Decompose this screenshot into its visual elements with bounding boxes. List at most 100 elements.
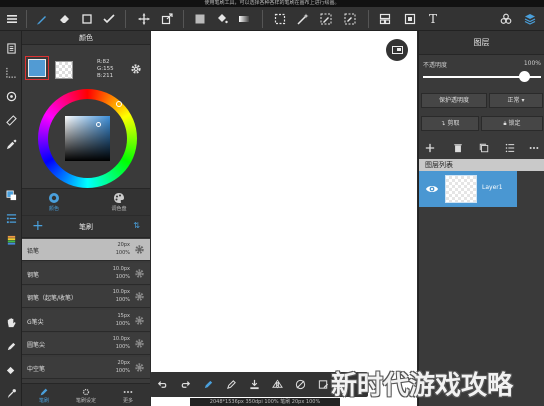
transform-icon[interactable] <box>157 9 177 29</box>
color-panel-toggle-icon[interactable] <box>2 186 20 204</box>
brush-item[interactable]: 铅笔 20px 100% <box>22 239 150 261</box>
eye-icon[interactable] <box>425 182 439 196</box>
hue-wheel[interactable] <box>38 89 137 188</box>
protect-alpha-button[interactable]: 保护透明度 <box>421 93 487 108</box>
sort-brush-icon[interactable]: ⇅ <box>133 221 140 230</box>
brush-size-opacity: 10.0px 100% <box>113 335 130 351</box>
navigator-toggle-icon[interactable] <box>386 39 408 61</box>
blend-mode-select[interactable]: 正常 ▾ <box>489 93 543 108</box>
bucket-icon[interactable] <box>212 9 232 29</box>
select-eraser-icon[interactable] <box>340 9 360 29</box>
eraser-pen-icon[interactable] <box>223 376 240 393</box>
color-panel: 颜色 R:82 G:155 B:211 颜色 调色盘 <box>22 31 150 215</box>
eraser-icon[interactable] <box>55 9 75 29</box>
brush-item[interactable]: 中空笔 20px 100% <box>22 356 150 379</box>
snap-icon[interactable] <box>2 63 20 81</box>
snap-off-icon[interactable] <box>292 376 309 393</box>
pen-icon[interactable] <box>32 9 52 29</box>
chevron-down-icon: ▾ <box>521 97 525 104</box>
footer-tab-more[interactable]: 更多 <box>108 387 148 404</box>
layer-list-icon[interactable] <box>503 141 517 155</box>
sv-picker-dot[interactable] <box>96 122 101 127</box>
rotate-icon[interactable] <box>2 87 20 105</box>
undo-icon[interactable] <box>154 376 171 393</box>
brush-opacity: 100% <box>115 273 130 280</box>
footer-tab-brush-settings[interactable]: 笔刷设定 <box>66 387 106 404</box>
flip-icon[interactable] <box>269 376 286 393</box>
brush-size-opacity: 20px 100% <box>116 359 130 375</box>
brush-item[interactable]: 圆笔尖 10.0px 100% <box>22 333 150 355</box>
tab-palette[interactable]: 调色盘 <box>99 192 139 212</box>
tip-bar: 使用笔刷工具，可以选择各种各样的笔刷在画布上进行绘画。 <box>0 0 544 7</box>
toolbar-divider <box>262 10 263 28</box>
brush-opacity: 100% <box>115 320 130 327</box>
rect-select-icon[interactable] <box>77 9 97 29</box>
sub-color-swatch[interactable] <box>55 61 73 79</box>
toolbar-divider <box>368 10 369 28</box>
layer-list-header: 图层列表 <box>419 159 544 171</box>
fill-color-icon[interactable] <box>190 9 210 29</box>
brush-settings-gear-icon[interactable] <box>134 338 145 349</box>
frame-icon[interactable] <box>400 9 420 29</box>
menu-icon[interactable] <box>2 9 22 29</box>
eyedrop-tool-icon[interactable] <box>2 384 20 402</box>
brush-list-toggle-icon[interactable] <box>2 209 20 227</box>
lock-button[interactable]: 🔒︎ 锁定 <box>481 116 543 131</box>
select-pen-icon[interactable] <box>316 9 336 29</box>
brush-item[interactable]: 钢笔（起笔/收笔） 10.0px 100% <box>22 286 150 308</box>
delete-layer-icon[interactable] <box>451 141 465 155</box>
wand-icon[interactable] <box>293 9 313 29</box>
brush-settings-gear-icon[interactable] <box>134 291 145 302</box>
brush-panel-header: + 笔刷 ⇅ <box>22 216 150 238</box>
brush-item[interactable]: 钢笔 10.0px 100% <box>22 262 150 285</box>
duplicate-layer-icon[interactable] <box>477 141 491 155</box>
edit-pen-icon[interactable] <box>2 337 20 355</box>
brush-settings-gear-icon[interactable] <box>134 244 145 255</box>
brush-name: G笔尖 <box>27 318 44 326</box>
footer-tab-brush[interactable]: 笔刷 <box>24 387 64 404</box>
redo-icon[interactable] <box>177 376 194 393</box>
rgb-g: G:155 <box>97 66 114 72</box>
hue-picker-dot[interactable] <box>116 101 122 107</box>
clear-icon[interactable] <box>315 376 332 393</box>
brush-settings-gear-icon[interactable] <box>134 315 145 326</box>
text-icon[interactable]: T <box>423 9 443 29</box>
brush-size-opacity: 15px 100% <box>116 312 130 328</box>
gradient-icon[interactable] <box>234 9 254 29</box>
brush-item[interactable]: G笔尖 15px 100% <box>22 309 150 332</box>
tab-color[interactable]: 颜色 <box>34 192 74 212</box>
brush-size: 10.0px <box>112 289 130 295</box>
import-icon[interactable] <box>246 376 263 393</box>
brush-opacity: 100% <box>115 297 130 303</box>
saturation-value-square[interactable] <box>65 116 110 161</box>
layers-icon[interactable] <box>520 9 540 29</box>
eyedropper-icon[interactable] <box>2 135 20 153</box>
stabilizer-pen-icon[interactable] <box>200 376 217 393</box>
add-layer-icon[interactable] <box>423 141 437 155</box>
layer-panel-title: 图层 <box>419 31 544 55</box>
palette-strip-icon[interactable] <box>2 231 20 249</box>
brush-settings-gear-icon[interactable] <box>134 362 145 373</box>
layer-more-icon[interactable] <box>527 141 541 155</box>
ruler-icon[interactable] <box>2 111 20 129</box>
layer-row[interactable]: Layer1 <box>419 171 517 207</box>
layout-icon[interactable] <box>375 9 395 29</box>
toolbar-divider <box>125 10 126 28</box>
status-bar: 2048*1536px 350dpi 100% 笔刷 20px 100% <box>190 398 340 406</box>
materials-icon[interactable] <box>496 9 516 29</box>
drawing-canvas[interactable] <box>151 31 417 406</box>
pages-icon[interactable] <box>2 39 20 57</box>
check-icon[interactable] <box>99 9 119 29</box>
fill-icon[interactable] <box>2 361 20 379</box>
main-color-swatch[interactable] <box>28 59 46 77</box>
move-icon[interactable] <box>134 9 154 29</box>
toolbar-divider <box>26 10 27 28</box>
layer-panel: 图层 不透明度 100% 保护透明度 正常 ▾ ↴ 剪取 🔒︎ 锁定 图层列表 <box>418 31 544 406</box>
opacity-slider-knob[interactable] <box>519 71 530 82</box>
clip-button[interactable]: ↴ 剪取 <box>421 116 479 131</box>
marquee-icon[interactable] <box>270 9 290 29</box>
hand-icon[interactable] <box>2 313 20 331</box>
toolbar-divider <box>183 10 184 28</box>
brush-settings-gear-icon[interactable] <box>134 268 145 279</box>
color-settings-gear-icon[interactable] <box>130 63 142 75</box>
